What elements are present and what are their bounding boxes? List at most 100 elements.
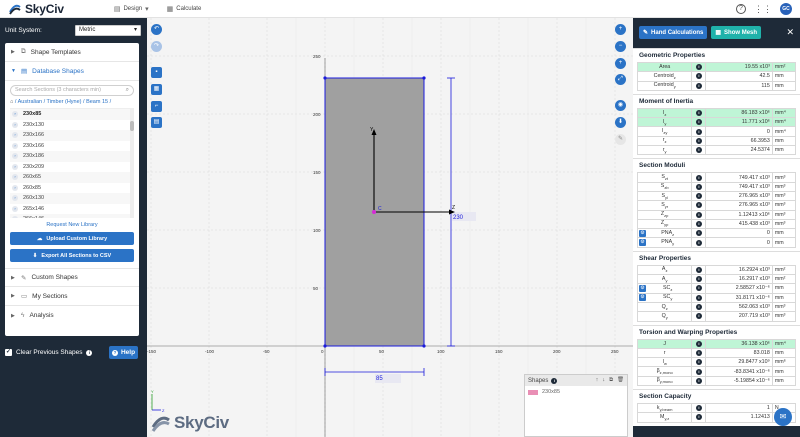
info-icon[interactable]: i [695, 147, 702, 154]
info-icon[interactable]: i [695, 359, 702, 366]
gear-icon[interactable]: ⚙ [639, 229, 646, 237]
info-icon[interactable]: i [695, 221, 702, 227]
custom-shapes-accordion[interactable]: ▶ ✎ Custom Shapes [5, 268, 139, 287]
breadcrumb[interactable]: ⌂ / Australian / Timber (Hyne) / Beam 15… [10, 99, 134, 105]
calculate-menu[interactable]: ▦ Calculate [167, 5, 202, 13]
info-icon[interactable]: i [695, 313, 702, 320]
corner-tool-button[interactable]: ⌐ [151, 101, 162, 112]
hand-calculations-button[interactable]: ✎ Hand Calculations [639, 26, 708, 39]
info-icon[interactable]: i [695, 110, 702, 117]
avatar[interactable]: GC [780, 3, 792, 15]
shape-templates-accordion[interactable]: ▶ ⧉ Shape Templates [5, 43, 139, 62]
info-icon[interactable]: i [695, 128, 702, 135]
info-icon[interactable]: i [695, 414, 702, 421]
list-item[interactable]: › 230x166 [10, 141, 134, 152]
list-item[interactable]: › 260x65 [10, 172, 134, 183]
info-icon[interactable]: i [695, 64, 702, 71]
chevron-right-icon: › [12, 163, 18, 170]
export-csv-button[interactable]: ⬇ Export All Sections to CSV [10, 249, 134, 262]
zoom-in-button[interactable]: + [615, 24, 626, 35]
arrow-down-icon[interactable]: ↓ [602, 377, 605, 384]
gear-icon[interactable]: ⚙ [639, 239, 646, 247]
list-item[interactable]: › 230x209 [10, 162, 134, 173]
zoom-out-button[interactable]: − [615, 41, 626, 52]
info-icon[interactable]: i [695, 349, 702, 356]
edit-button[interactable]: ✎ [615, 134, 626, 145]
list-item[interactable]: › 230x85 [10, 109, 134, 120]
info-icon[interactable]: i [695, 230, 702, 237]
help-icon[interactable]: ? [736, 4, 746, 14]
info-icon[interactable]: i [695, 368, 702, 375]
info-icon[interactable]: i [695, 239, 702, 246]
info-icon[interactable]: i [86, 349, 93, 356]
chat-button[interactable]: ✉ [774, 408, 792, 426]
fit-view-button[interactable]: ⤢ [615, 74, 626, 85]
request-library-link[interactable]: Request New Library [5, 222, 139, 228]
info-icon[interactable]: i [695, 73, 702, 80]
design-menu[interactable]: ▤ Design ▾ [114, 5, 149, 13]
download-button[interactable]: ⬇ [615, 117, 626, 128]
checkbox-checked-icon[interactable]: ✓ [5, 349, 12, 356]
info-icon[interactable]: i [695, 340, 702, 347]
property-value: 276.965 x10³ [705, 190, 773, 202]
show-mesh-button[interactable]: ▦ Show Mesh [711, 26, 762, 39]
section-list[interactable]: › 230x85 › 230x130 › 230x166 › 230x166 › 230x… [10, 108, 134, 218]
skyciv-logo[interactable]: SkyCiv [8, 2, 64, 16]
property-value: -83.8341 x10⁻⁶ [705, 366, 773, 377]
info-icon[interactable]: i [695, 285, 702, 292]
info-icon[interactable]: i [695, 137, 702, 144]
info-icon[interactable]: i [695, 202, 702, 209]
info-icon[interactable]: i [695, 211, 702, 218]
list-scrollbar[interactable] [130, 109, 134, 218]
trash-icon[interactable]: 🗑 [617, 377, 624, 384]
info-icon[interactable]: i [695, 183, 702, 190]
info-icon[interactable]: i [695, 276, 702, 283]
screenshot-button[interactable]: ◉ [615, 100, 626, 111]
arrow-up-icon[interactable]: ↑ [596, 377, 599, 384]
section-search-input[interactable]: Search Sections (3 characters min) ⌕ [10, 85, 134, 96]
gear-icon[interactable]: ⚙ [639, 284, 646, 292]
list-item[interactable]: › 260x130 [10, 193, 134, 204]
apps-grid-icon[interactable]: ⋮⋮ [754, 4, 772, 14]
list-item[interactable]: › 230x130 [10, 120, 134, 131]
info-icon[interactable]: i [551, 377, 558, 384]
info-icon[interactable]: i [695, 193, 702, 200]
close-icon[interactable]: ✕ [786, 27, 794, 38]
info-icon[interactable]: i [695, 174, 702, 181]
shape-list-item[interactable]: 230x85 [525, 386, 627, 398]
watermark-text: SkyCiv [174, 413, 229, 432]
gear-icon[interactable]: ⚙ [639, 294, 646, 302]
clear-previous-shapes-toggle[interactable]: ✓ Clear Previous Shapes i [5, 349, 93, 356]
upload-custom-library-button[interactable]: ☁ Upload Custom Library [10, 232, 134, 245]
list-item[interactable]: › 230x166 [10, 130, 134, 141]
add-button[interactable]: + [615, 58, 626, 69]
unit-system-select[interactable]: Metric [75, 25, 141, 36]
copy-icon[interactable]: ⧉ [609, 377, 613, 384]
info-icon[interactable]: i [695, 405, 702, 412]
database-shapes-accordion[interactable]: ▼ ▤ Database Shapes [5, 62, 139, 81]
property-label: Szb [636, 181, 693, 192]
vertex-point [422, 344, 426, 348]
list-item[interactable]: › 266x146 [10, 214, 134, 218]
table-tool-button[interactable]: ▦ [151, 84, 162, 95]
info-icon[interactable]: i [695, 294, 702, 301]
analysis-accordion[interactable]: ▶ ϟ Analysis [5, 306, 139, 325]
drawing-canvas[interactable]: -150 -100 -50 0 50 100 150 200 250 250 200 150 100 50… [147, 18, 633, 437]
table-row: Syr i 276.965 x10³ mm³ [636, 200, 797, 211]
undo-button[interactable]: ↶ [151, 24, 162, 35]
list-item[interactable]: › 265x146 [10, 204, 134, 215]
info-icon[interactable]: i [695, 82, 702, 89]
table-row: Centroidz i 42.5 mm [636, 71, 797, 82]
info-icon[interactable]: i [695, 377, 702, 384]
help-button[interactable]: ? Help [109, 346, 138, 359]
info-icon[interactable]: i [695, 304, 702, 311]
info-icon[interactable]: i [695, 266, 702, 273]
list-item[interactable]: › 230x186 [10, 151, 134, 162]
my-sections-accordion[interactable]: ▶ ▭ My Sections [5, 287, 139, 306]
redo-button[interactable]: ↷ [151, 41, 162, 52]
info-icon[interactable]: i [695, 119, 702, 126]
list-item[interactable]: › 260x85 [10, 183, 134, 194]
layers-tool-button[interactable]: ▤ [151, 117, 162, 128]
delete-tool-button[interactable]: ▪ [151, 67, 162, 78]
table-row: Ji 36.138 x10⁶ mm⁴ [636, 338, 797, 349]
